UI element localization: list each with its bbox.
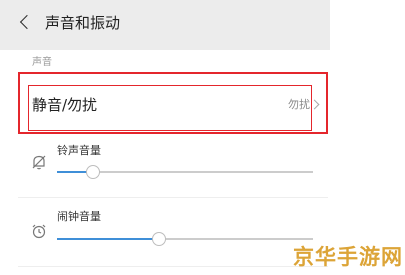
ringer-volume-label: 铃声音量 [57,144,101,157]
do-not-disturb-value: 勿扰 [288,98,310,111]
alarm-volume-knob[interactable] [152,232,167,246]
page-title: 声音和振动 [45,14,121,32]
alarm-volume-label: 闹钟音量 [57,210,101,223]
divider [18,197,328,198]
title-bar: 声音和振动 [0,0,330,50]
watermark-logo: 京华手游网 [293,245,403,269]
chevron-left-icon[interactable] [19,14,35,30]
settings-screen: 声音和振动 声音 静音/勿扰 勿扰 铃声音量 闹钟音量 [0,0,330,275]
divider [18,266,328,267]
section-header-sound: 声音 [32,57,52,68]
alarm-clock-icon [32,224,46,239]
do-not-disturb-label: 静音/勿扰 [32,96,98,114]
ringer-volume-slider[interactable] [57,165,313,179]
ringer-volume-knob[interactable] [85,165,100,179]
alarm-volume-slider[interactable] [57,232,313,246]
bell-muted-icon [32,155,46,170]
alarm-volume-fill [57,238,160,240]
